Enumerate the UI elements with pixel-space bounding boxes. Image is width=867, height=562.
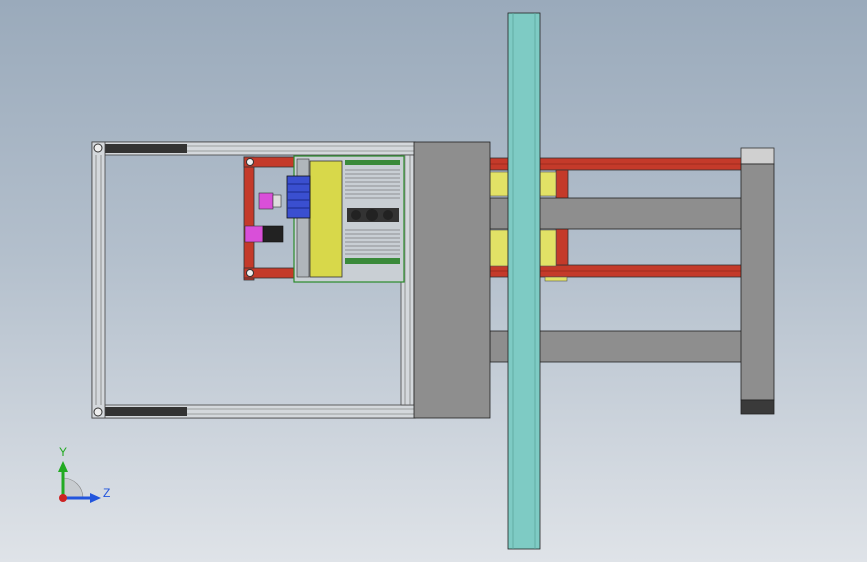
end-plate[interactable]	[740, 147, 775, 415]
teal-column[interactable]	[507, 12, 541, 550]
cad-viewport[interactable]: Y Z	[0, 0, 867, 562]
y-axis-label: Y	[59, 445, 67, 459]
inner-red-frame[interactable]	[243, 156, 301, 281]
blue-motor[interactable]	[286, 175, 311, 219]
z-axis-label: Z	[103, 486, 110, 500]
magenta-fitting-bottom[interactable]	[244, 225, 284, 243]
magenta-fitting-top[interactable]	[258, 192, 282, 210]
gray-block[interactable]	[413, 141, 491, 419]
coordinate-triad: Y Z	[58, 445, 110, 503]
gear-mechanism[interactable]	[293, 155, 405, 283]
